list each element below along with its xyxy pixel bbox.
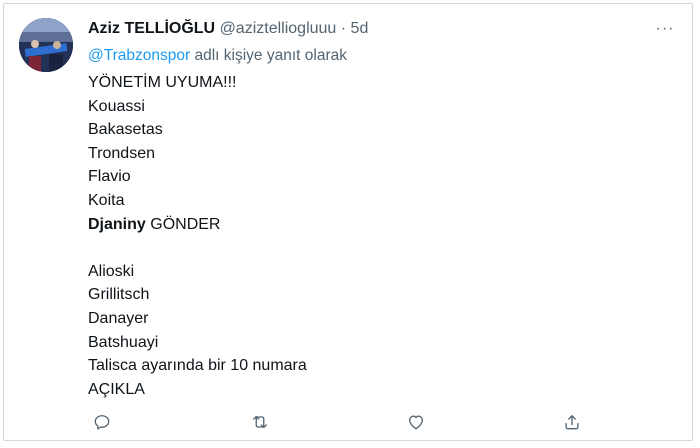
tweet-text-line: Kouassi (88, 97, 145, 115)
tweet-card[interactable]: Aziz TELLİOĞLU @aziztelliogluuu · 5d ···… (3, 3, 693, 441)
tweet-header: Aziz TELLİOĞLU @aziztelliogluuu · 5d (88, 19, 368, 39)
tweet-text-line: Bakasetas (88, 121, 163, 139)
author-handle[interactable]: @aziztelliogluuu (220, 20, 337, 37)
tweet-text-line: AÇIKLA (88, 380, 145, 398)
tweet-actions (88, 408, 598, 436)
reply-context: @Trabzonspor adlı kişiye yanıt olarak (88, 46, 347, 66)
tweet-text-line: Talisca ayarında bir 10 numara (88, 357, 307, 375)
avatar-image (19, 18, 73, 72)
reply-button[interactable] (88, 408, 116, 436)
retweet-icon (253, 415, 267, 429)
reply-context-text: adlı kişiye yanıt olarak (190, 47, 347, 64)
tweet-text-line: Alioski (88, 262, 135, 280)
tweet-time[interactable]: 5d (351, 20, 369, 37)
tweet-text-line: Grillitsch (88, 286, 150, 304)
separator-dot: · (340, 20, 347, 37)
tweet-text-line: Batshuayi (88, 333, 159, 351)
reply-mention-link[interactable]: @Trabzonspor (88, 47, 190, 64)
tweet-text-fragment: GÖNDER (145, 215, 221, 233)
tweet-text-line: Trondsen (88, 144, 155, 162)
tweet-text: YÖNETİM UYUMA!!! Kouassi Bakasetas Trond… (88, 71, 307, 401)
like-button[interactable] (402, 408, 430, 436)
avatar[interactable] (19, 18, 73, 72)
bold-name: Djaniny (88, 215, 146, 233)
more-options-icon[interactable]: ··· (652, 16, 678, 42)
tweet-text-line: Flavio (88, 168, 131, 186)
reply-icon (94, 415, 110, 430)
like-icon (409, 415, 423, 430)
tweet-text-line-mixed: Djaniny GÖNDER (88, 213, 307, 237)
retweet-button[interactable] (246, 408, 274, 436)
tweet-text-blank-line (88, 236, 307, 260)
tweet-text-line: Koita (88, 191, 125, 209)
tweet-text-line: YÖNETİM UYUMA!!! (88, 74, 237, 91)
share-button[interactable] (558, 408, 586, 436)
author-name[interactable]: Aziz TELLİOĞLU (88, 20, 215, 37)
share-icon (565, 415, 579, 430)
tweet-text-line: Danayer (88, 309, 149, 327)
